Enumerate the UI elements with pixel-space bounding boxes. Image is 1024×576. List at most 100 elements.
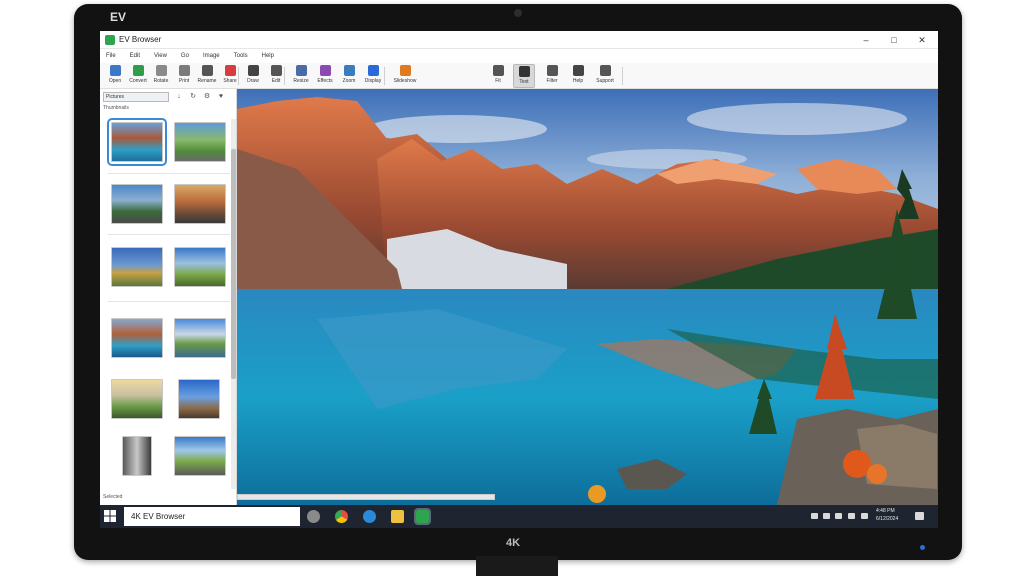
menu-image[interactable]: Image <box>203 53 220 59</box>
thumbnail-panel: Pictures ↓ ↻ ⚙ ♥ Thumbnails Selected <box>100 89 237 505</box>
thumbnail-7[interactable] <box>111 318 163 358</box>
tool-draw-button[interactable]: Draw <box>242 64 264 88</box>
monitor-stand <box>476 556 558 576</box>
edge-icon[interactable] <box>363 510 376 523</box>
close-button[interactable]: ✕ <box>908 31 936 49</box>
menu-view[interactable]: View <box>154 53 167 59</box>
menu-help[interactable]: Help <box>262 53 274 59</box>
tool-zoom-label: Zoom <box>342 78 356 84</box>
thumbnail-2[interactable] <box>174 122 226 162</box>
tool-slideshow-label: Slideshow <box>393 78 417 84</box>
app-logo-icon <box>105 34 115 45</box>
menu-bar: File Edit View Go Image Tools Help <box>100 49 938 63</box>
thumbnail-10[interactable] <box>178 379 220 419</box>
toolbar-divider <box>384 67 385 85</box>
menu-go[interactable]: Go <box>181 53 189 59</box>
thumbnail-6[interactable] <box>174 247 226 287</box>
sort-arrow-icon[interactable]: ↓ <box>174 92 184 102</box>
refresh-icon[interactable]: ↻ <box>188 92 198 102</box>
tool-rename-button[interactable]: Rename <box>196 64 218 88</box>
tool-filter-button[interactable]: Filter <box>541 64 563 88</box>
tray-icon[interactable] <box>811 513 818 519</box>
tool-filter-label: Filter <box>546 78 558 84</box>
tool-convert-label: Convert <box>129 78 147 84</box>
image-viewer[interactable] <box>237 89 938 505</box>
tool-draw-label: Draw <box>247 78 259 84</box>
scrollbar-thumb[interactable] <box>231 149 236 379</box>
gear-icon[interactable]: ⚙ <box>202 92 212 102</box>
tool-slideshow-button[interactable]: Slideshow <box>390 64 420 88</box>
tool-convert-button[interactable]: Convert <box>127 64 149 88</box>
chrome-icon[interactable] <box>335 510 348 523</box>
tool-print-label: Print <box>178 78 190 84</box>
menu-tools[interactable]: Tools <box>234 53 248 59</box>
tool-print-button[interactable]: Print <box>173 64 195 88</box>
thumbnail-12[interactable] <box>174 436 226 476</box>
clock-time: 4:48 PM <box>876 508 895 514</box>
thumbnail-3[interactable] <box>111 184 163 224</box>
tool-display-button[interactable]: Display <box>362 64 384 88</box>
notification-icon[interactable] <box>915 512 924 520</box>
toolbar-divider <box>622 67 623 85</box>
thumbnail-4[interactable] <box>174 184 226 224</box>
lines-icon <box>270 65 282 76</box>
ev-browser-taskbar-icon[interactable] <box>414 508 431 525</box>
tool-open-label: Open <box>108 78 122 84</box>
tool-fit-button[interactable]: Fit <box>487 64 509 88</box>
tool-edit-label: Edit <box>271 78 281 84</box>
thumbnail-11[interactable] <box>122 436 152 476</box>
tool-support-label: Support <box>596 78 614 84</box>
tray-icon[interactable] <box>823 513 830 519</box>
folder-icon[interactable] <box>391 510 404 523</box>
folder-dropdown[interactable]: Pictures <box>103 92 169 102</box>
folder-label: Thumbnails <box>103 105 129 111</box>
landscape-photo <box>237 89 938 505</box>
volume-icon[interactable] <box>848 513 855 519</box>
info-icon <box>224 65 236 76</box>
pencil-icon <box>201 65 213 76</box>
screen: EV Browser – □ ✕ File Edit View Go Image… <box>100 31 938 528</box>
tool-text-button[interactable]: Text <box>513 64 535 88</box>
thumbnail-1[interactable] <box>107 118 167 166</box>
tool-rotate-label: Rotate <box>153 78 169 84</box>
taskbar-window-title[interactable]: 4K EV Browser <box>124 507 300 526</box>
thumbnail-divider <box>108 173 230 174</box>
menu-edit[interactable]: Edit <box>130 53 140 59</box>
tool-help-button[interactable]: Help <box>567 64 589 88</box>
monitor-brand: EV <box>110 10 127 24</box>
favorite-icon[interactable]: ♥ <box>216 92 226 102</box>
tool-text-label: Text <box>519 79 529 85</box>
power-led <box>920 545 925 550</box>
monitor-model-label: 4K <box>506 537 521 549</box>
settings-icon[interactable] <box>307 510 320 523</box>
minimize-button[interactable]: – <box>852 31 880 49</box>
thumbnail-5[interactable] <box>111 247 163 287</box>
horizontal-scrollbar[interactable] <box>237 494 495 500</box>
bell-icon <box>599 65 611 76</box>
taskbar: 4K EV Browser 4:48 PM 6/12/2024 <box>100 505 938 528</box>
window-title: EV Browser <box>119 35 162 44</box>
clock-date: 6/12/2024 <box>876 516 899 522</box>
thumbnail-divider <box>108 301 230 302</box>
windows-start-icon[interactable] <box>104 510 116 522</box>
tool-effects-label: Effects <box>317 78 333 84</box>
crop-icon <box>295 65 307 76</box>
font-icon <box>572 65 584 76</box>
tool-display-label: Display <box>364 78 382 84</box>
tool-support-button[interactable]: Support <box>594 64 616 88</box>
tool-open-button[interactable]: Open <box>104 64 126 88</box>
toolbar: Open Convert Rotate Print Rename Share D… <box>100 63 938 89</box>
tool-effects-button[interactable]: Effects <box>314 64 336 88</box>
webcam <box>514 9 522 17</box>
thumbnail-8[interactable] <box>174 318 226 358</box>
filter-icon <box>546 65 558 76</box>
tool-help-label: Help <box>572 78 584 84</box>
network-icon[interactable] <box>835 513 842 519</box>
menu-file[interactable]: File <box>106 53 116 59</box>
tool-zoom-button[interactable]: Zoom <box>338 64 360 88</box>
thumbnail-9[interactable] <box>111 379 163 419</box>
tool-resize-button[interactable]: Resize <box>290 64 312 88</box>
maximize-button[interactable]: □ <box>880 31 908 49</box>
battery-icon[interactable] <box>861 513 868 519</box>
tool-rotate-button[interactable]: Rotate <box>150 64 172 88</box>
